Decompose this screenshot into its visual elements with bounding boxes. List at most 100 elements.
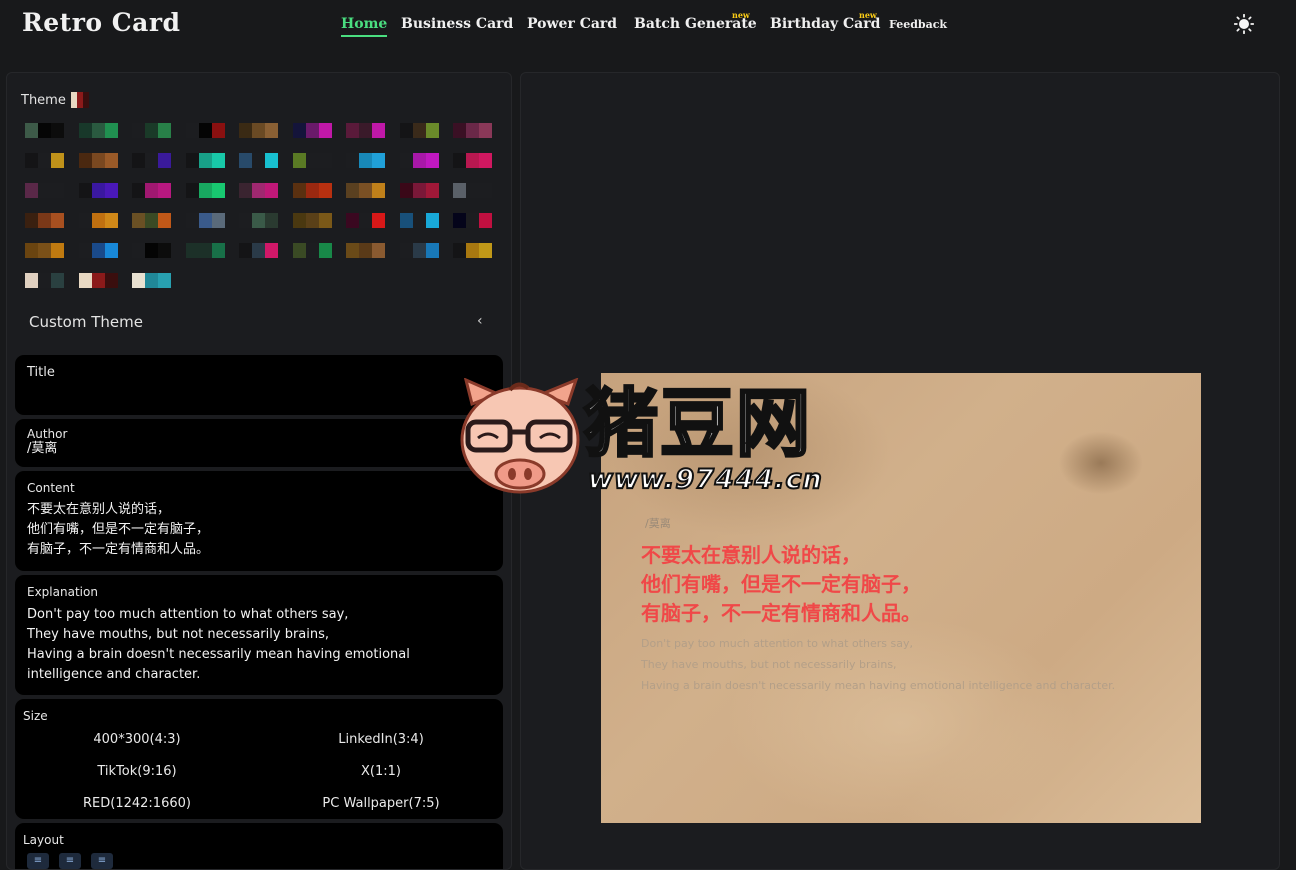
theme-swatch[interactable]	[399, 123, 439, 138]
new-badge: new	[732, 10, 750, 20]
theme-swatch[interactable]	[453, 123, 492, 138]
swatch-color	[51, 183, 64, 198]
swatch-color	[78, 213, 92, 228]
theme-swatch[interactable]	[78, 213, 118, 228]
theme-swatch[interactable]	[78, 153, 118, 168]
theme-swatch[interactable]	[292, 213, 332, 228]
swatch-color	[346, 183, 359, 198]
swatch-color	[132, 213, 145, 228]
theme-swatch[interactable]	[346, 213, 385, 228]
theme-swatch[interactable]	[292, 153, 332, 168]
swatch-color	[158, 213, 171, 228]
nav-home[interactable]: Home	[341, 16, 388, 37]
swatch-color	[51, 123, 64, 138]
size-option-tiktok[interactable]: TikTok(9:16)	[15, 764, 259, 779]
theme-swatch[interactable]	[239, 153, 278, 168]
theme-swatch[interactable]	[132, 273, 171, 288]
swatch-color	[198, 153, 212, 168]
swatch-color	[132, 243, 145, 258]
theme-swatch[interactable]	[239, 243, 278, 258]
swatch-color	[38, 183, 51, 198]
theme-swatch[interactable]	[346, 183, 385, 198]
content-value: 不要太在意别人说的话， 他们有嘴，但是不一定有脑子， 有脑子，不一定有情商和人品…	[27, 502, 210, 557]
theme-swatch[interactable]	[346, 123, 385, 138]
theme-swatch[interactable]	[25, 213, 64, 228]
nav-feedback[interactable]: Feedback	[889, 18, 947, 31]
theme-swatch[interactable]	[25, 243, 64, 258]
swatch-color	[372, 153, 385, 168]
theme-swatch[interactable]	[453, 243, 492, 258]
theme-swatch[interactable]	[399, 213, 439, 228]
swatch-color	[292, 213, 306, 228]
current-theme-swatch	[71, 92, 89, 108]
theme-swatch[interactable]	[185, 213, 225, 228]
swatch-color	[185, 213, 199, 228]
explanation-field[interactable]: Explanation Don't pay too much attention…	[15, 575, 503, 695]
nav-power-card[interactable]: Power Card	[527, 16, 617, 32]
size-option-red[interactable]: RED(1242:1660)	[15, 796, 259, 811]
theme-swatch[interactable]	[453, 153, 492, 168]
title-field[interactable]: Title	[15, 355, 503, 415]
swatch-color	[479, 153, 492, 168]
theme-swatch[interactable]	[346, 153, 385, 168]
theme-swatch[interactable]	[185, 243, 225, 258]
align-center-icon[interactable]: ≡	[59, 853, 81, 869]
theme-swatch[interactable]	[25, 273, 64, 288]
theme-swatch[interactable]	[132, 153, 171, 168]
theme-swatch[interactable]	[132, 213, 171, 228]
theme-swatch[interactable]	[132, 243, 171, 258]
theme-swatch[interactable]	[453, 183, 492, 198]
theme-swatch[interactable]	[292, 243, 332, 258]
align-left-icon[interactable]: ≡	[27, 853, 49, 869]
theme-swatch[interactable]	[399, 243, 439, 258]
theme-swatch[interactable]	[239, 213, 278, 228]
swatch-color	[211, 243, 225, 258]
nav-business-card[interactable]: Business Card	[401, 16, 513, 32]
swatch-color	[132, 153, 145, 168]
app-logo[interactable]: Retro Card	[22, 8, 181, 37]
sun-icon[interactable]	[1234, 14, 1254, 34]
swatch-color	[239, 243, 252, 258]
align-right-icon[interactable]: ≡	[91, 853, 113, 869]
swatch-color	[38, 243, 51, 258]
size-option-pc-wallpaper[interactable]: PC Wallpaper(7:5)	[259, 796, 503, 811]
chevron-left-icon[interactable]: ‹	[477, 313, 483, 329]
theme-swatch[interactable]	[292, 123, 332, 138]
swatch-color	[399, 243, 413, 258]
theme-swatch[interactable]	[78, 243, 118, 258]
size-option-x[interactable]: X(1:1)	[259, 764, 503, 779]
swatch-color	[318, 123, 332, 138]
theme-swatch[interactable]	[78, 273, 118, 288]
theme-swatch[interactable]	[25, 153, 64, 168]
size-option-linkedin[interactable]: LinkedIn(3:4)	[259, 732, 503, 747]
theme-swatch[interactable]	[132, 123, 171, 138]
swatch-color	[145, 213, 158, 228]
content-field[interactable]: Content 不要太在意别人说的话， 他们有嘴，但是不一定有脑子， 有脑子，不…	[15, 471, 503, 571]
swatch-color	[372, 123, 385, 138]
author-field[interactable]: Author /莫离	[15, 419, 503, 467]
theme-swatch[interactable]	[239, 123, 278, 138]
theme-swatch[interactable]	[185, 153, 225, 168]
swatch-color	[91, 153, 105, 168]
theme-swatch[interactable]	[399, 183, 439, 198]
theme-swatch[interactable]	[185, 183, 225, 198]
theme-swatch[interactable]	[453, 213, 492, 228]
theme-swatch[interactable]	[132, 183, 171, 198]
theme-swatch[interactable]	[292, 183, 332, 198]
theme-swatch[interactable]	[78, 183, 118, 198]
swatch-color	[211, 213, 225, 228]
theme-swatch[interactable]	[399, 153, 439, 168]
settings-panel: Theme Custom Theme ‹ Title Author /莫离 Co…	[6, 72, 512, 870]
theme-swatch[interactable]	[25, 123, 64, 138]
theme-swatch[interactable]	[78, 123, 118, 138]
swatch-color	[305, 243, 319, 258]
theme-swatch[interactable]	[346, 243, 385, 258]
custom-theme-toggle[interactable]: Custom Theme	[29, 313, 143, 331]
theme-swatch[interactable]	[185, 123, 225, 138]
preview-author: /莫离	[645, 517, 671, 530]
theme-swatch[interactable]	[25, 183, 64, 198]
swatch-color	[466, 213, 479, 228]
swatch-color	[265, 243, 278, 258]
size-option-400x300[interactable]: 400*300(4:3)	[15, 732, 259, 747]
theme-swatch[interactable]	[239, 183, 278, 198]
